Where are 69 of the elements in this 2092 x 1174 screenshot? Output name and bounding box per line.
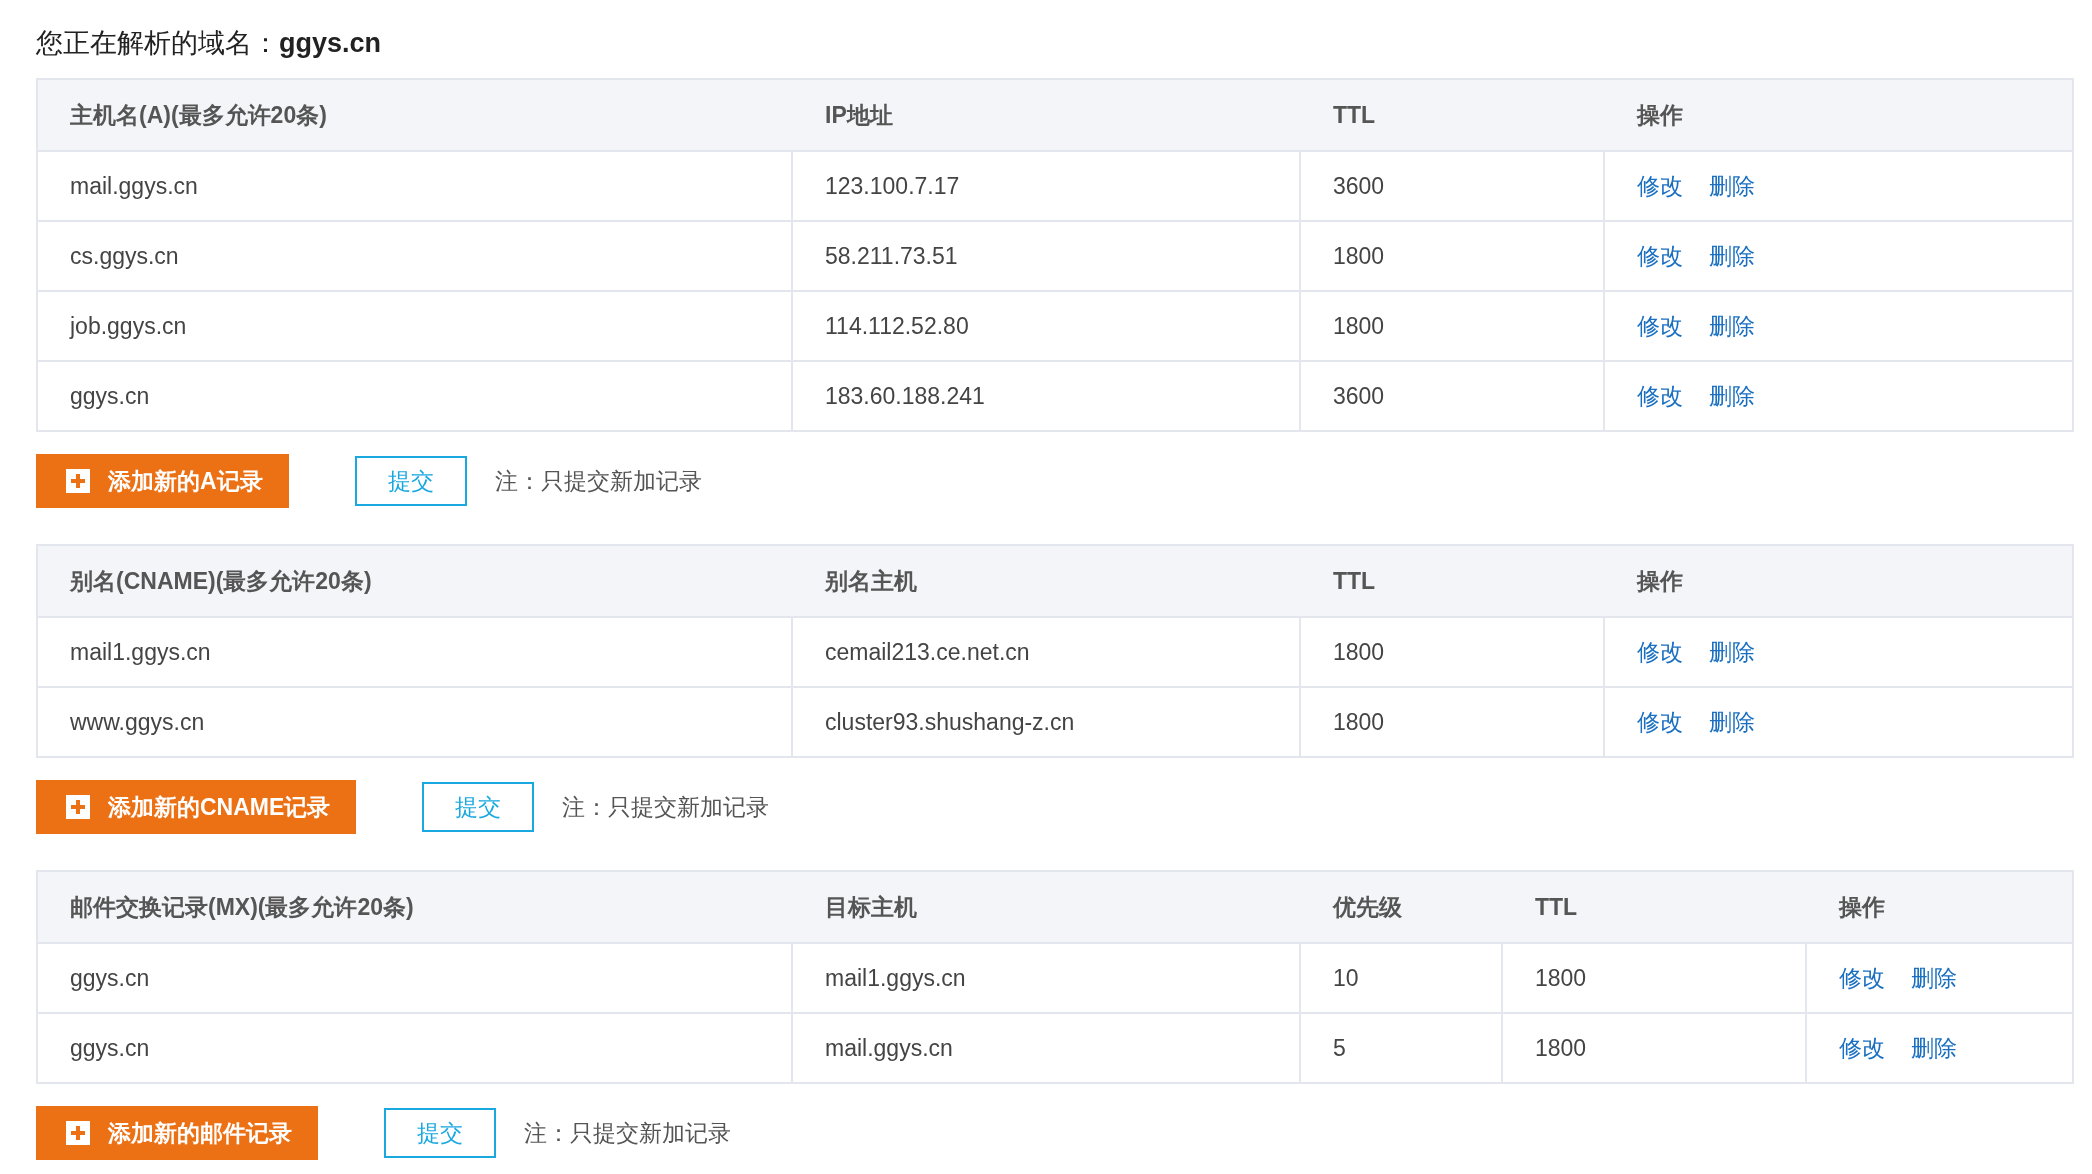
submit-button[interactable]: 提交 bbox=[422, 782, 535, 832]
table-cell: mail1.ggys.cn bbox=[825, 964, 966, 992]
table-cell: cs.ggys.cn bbox=[70, 242, 179, 270]
plus-icon bbox=[66, 1121, 90, 1145]
delete-link[interactable]: 删除 bbox=[1911, 1032, 1957, 1064]
table-cell: www.ggys.cn bbox=[70, 708, 205, 736]
add-record-button[interactable]: 添加新的A记录 bbox=[36, 454, 289, 508]
delete-link[interactable]: 删除 bbox=[1709, 380, 1755, 412]
note-text: 注：只提交新加记录 bbox=[524, 1118, 731, 1148]
table-cell: 58.211.73.51 bbox=[825, 242, 958, 270]
edit-link[interactable]: 修改 bbox=[1637, 380, 1683, 412]
column-header: 操作 bbox=[1637, 566, 1683, 596]
add-record-button[interactable]: 添加新的CNAME记录 bbox=[36, 780, 357, 834]
edit-link[interactable]: 修改 bbox=[1637, 706, 1683, 738]
table-cell: job.ggys.cn bbox=[70, 312, 187, 340]
page-title: 您正在解析的域名： bbox=[36, 27, 279, 60]
column-header: 主机名(A)(最多允许20条) bbox=[70, 100, 327, 130]
column-header: TTL bbox=[1535, 893, 1578, 921]
table-cell: 1800 bbox=[1333, 638, 1385, 666]
plus-icon bbox=[66, 469, 90, 493]
column-header: 操作 bbox=[1839, 892, 1885, 922]
table-cell: 114.112.52.80 bbox=[825, 312, 969, 340]
edit-link[interactable]: 修改 bbox=[1637, 310, 1683, 342]
note-text: 注：只提交新加记录 bbox=[494, 466, 702, 496]
note-text: 注：只提交新加记录 bbox=[562, 792, 770, 822]
table-cell: 1800 bbox=[1535, 964, 1587, 992]
column-header: 别名(CNAME)(最多允许20条) bbox=[70, 566, 372, 596]
edit-link[interactable]: 修改 bbox=[1637, 240, 1683, 272]
column-header: 别名主机 bbox=[825, 566, 917, 596]
table-cell: 3600 bbox=[1333, 382, 1385, 410]
column-header: 邮件交换记录(MX)(最多允许20条) bbox=[70, 892, 414, 922]
edit-link[interactable]: 修改 bbox=[1839, 962, 1885, 994]
table-cell: mail.ggys.cn bbox=[825, 1034, 953, 1062]
table-cell: 10 bbox=[1333, 964, 1359, 992]
table-cell: ggys.cn bbox=[70, 1034, 150, 1062]
table-cell: 123.100.7.17 bbox=[825, 172, 960, 200]
table-cell: mail.ggys.cn bbox=[70, 172, 198, 200]
delete-link[interactable]: 删除 bbox=[1709, 310, 1755, 342]
table-cell: ggys.cn bbox=[70, 964, 150, 992]
column-header: 目标主机 bbox=[825, 892, 917, 922]
delete-link[interactable]: 删除 bbox=[1709, 706, 1755, 738]
submit-button[interactable]: 提交 bbox=[354, 456, 467, 506]
delete-link[interactable]: 删除 bbox=[1911, 962, 1957, 994]
table-cell: ggys.cn bbox=[70, 382, 150, 410]
table-cell: 1800 bbox=[1333, 708, 1385, 736]
column-header: 优先级 bbox=[1333, 892, 1402, 922]
column-header: TTL bbox=[1333, 567, 1376, 595]
add-record-button[interactable]: 添加新的邮件记录 bbox=[36, 1106, 318, 1160]
delete-link[interactable]: 删除 bbox=[1709, 240, 1755, 272]
table-cell: cemail213.ce.net.cn bbox=[825, 638, 1030, 666]
table-cell: 5 bbox=[1333, 1034, 1346, 1062]
plus-icon bbox=[66, 795, 90, 819]
table-cell: 3600 bbox=[1333, 172, 1385, 200]
edit-link[interactable]: 修改 bbox=[1637, 170, 1683, 202]
column-header: IP地址 bbox=[825, 100, 893, 130]
submit-button[interactable]: 提交 bbox=[384, 1108, 496, 1158]
edit-link[interactable]: 修改 bbox=[1839, 1032, 1885, 1064]
column-header: 操作 bbox=[1637, 100, 1683, 130]
table-cell: 1800 bbox=[1535, 1034, 1587, 1062]
column-header: TTL bbox=[1333, 101, 1376, 129]
domain-name: ggys.cn bbox=[279, 27, 382, 59]
edit-link[interactable]: 修改 bbox=[1637, 636, 1683, 668]
table-cell: 1800 bbox=[1333, 312, 1385, 340]
table-cell: 183.60.188.241 bbox=[825, 382, 985, 410]
delete-link[interactable]: 删除 bbox=[1709, 636, 1755, 668]
delete-link[interactable]: 删除 bbox=[1709, 170, 1755, 202]
table-cell: mail1.ggys.cn bbox=[70, 638, 211, 666]
table-cell: cluster93.shushang-z.cn bbox=[825, 708, 1075, 736]
table-cell: 1800 bbox=[1333, 242, 1385, 270]
